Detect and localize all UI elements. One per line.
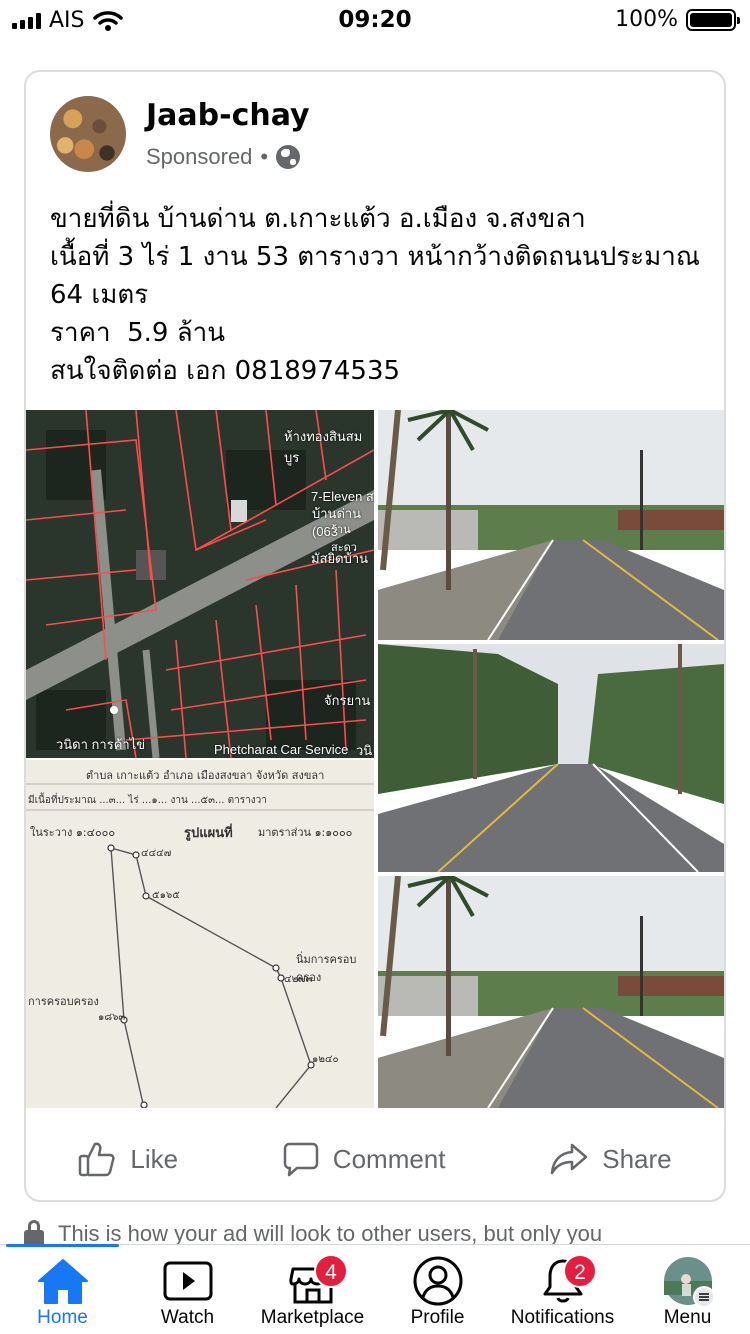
notifications-badge: 2 [563,1254,597,1288]
photo-grid: ห้างทองสินสมบูร 7-Eleven ส บ้านด่าน (063… [26,410,724,1108]
plan-title: รูปแผนที่ [184,826,233,841]
globe-icon [276,145,301,169]
plan-point: ๔๔๔๗ [141,848,172,859]
tab-watch[interactable]: Watch [125,1245,250,1334]
tab-label: Watch [160,1307,215,1328]
post-text-line: ขายที่ดิน บ้านด่าน ต.เกาะแต้ว อ.เมือง จ.… [50,204,586,234]
bottom-tab-bar: Home Watch 4 Marketplace Profile 2 Notif… [0,1244,750,1334]
post-text: ขายที่ดิน บ้านด่าน ต.เกาะแต้ว อ.เมือง จ.… [50,200,710,390]
share-button[interactable]: Share [550,1142,672,1176]
share-icon [550,1143,588,1175]
thumbs-up-icon [79,1142,115,1177]
post-text-line: เนื้อที่ 3 ไร่ 1 งาน 53 ตารางวา หน้ากว้า… [50,242,700,272]
plan-point: ๑๘๖๓ [98,1012,126,1023]
post-text-line: สนใจติดต่อ เอก 0818974535 [50,356,401,386]
post-text-line: 64 เมตร [50,280,149,310]
battery-icon [686,8,740,31]
map-label: ห้างทองสินสมบูร [284,429,363,465]
plan-owner-left: การครอบครอง [28,995,99,1008]
comment-button[interactable]: Comment [283,1141,446,1177]
post-card: Jaab-chay Sponsored • ขายที่ดิน บ้านด่าน… [24,70,726,1202]
sponsored-label[interactable]: Sponsored [146,144,252,170]
map-label: วนิ [356,743,373,758]
profile-icon [413,1256,462,1306]
map-photo[interactable]: ห้างทองสินสมบูร 7-Eleven ส บ้านด่าน (063… [26,410,374,758]
like-label: Like [130,1143,179,1174]
tab-menu[interactable]: Menu [625,1245,750,1334]
map-label: วนิดา การค้าไข่ [56,737,146,752]
map-label: มัสยิดบ้าน [311,551,369,566]
post-text-line: ราคา 5.9 ล้าน [50,318,226,348]
post-actions: Like Comment Share [26,1124,724,1194]
watch-icon [163,1261,212,1301]
map-label: จักรยาน [324,693,371,708]
plan-scale-left: ในระวาง ๑:๔๐๐๐ [30,826,116,839]
tab-label: Profile [410,1307,465,1328]
road-photo[interactable] [378,876,724,1108]
tab-label: Marketplace [260,1307,365,1328]
like-button[interactable]: Like [78,1141,178,1177]
land-plan-photo[interactable]: ตำบล เกาะแต้ว อำเภอ เมืองสงขลา จังหวัด ส… [26,760,374,1108]
marketplace-badge: 4 [314,1254,348,1288]
page-avatar[interactable] [50,96,126,172]
tab-label: Notifications [510,1307,615,1328]
page-name[interactable]: Jaab-chay [146,98,310,133]
tab-profile[interactable]: Profile [375,1245,500,1334]
comment-label: Comment [332,1143,446,1174]
meta-separator: • [260,144,269,169]
home-icon [37,1259,88,1304]
road-photo[interactable] [378,644,724,872]
tab-home[interactable]: Home [0,1245,125,1334]
tab-label: Menu [663,1307,712,1328]
plan-area: มีเนื้อที่ประมาณ ...๓... ไร่ ...๑... งาน… [28,795,267,806]
tab-notifications[interactable]: 2 Notifications [500,1245,625,1334]
menu-avatar-icon [663,1257,715,1307]
tab-marketplace[interactable]: 4 Marketplace [250,1245,375,1334]
comment-icon [283,1142,319,1177]
map-label: Phetcharat Car Service [214,742,349,757]
plan-owner-right: นิ่มการครอบครอง [296,953,357,984]
share-label: Share [602,1143,672,1174]
road-photo[interactable] [378,410,724,640]
plan-point: ๕๑๖๕ [152,890,180,901]
post-meta: Sponsored • [146,144,301,170]
status-bar: AIS 09:20 100% [0,0,750,42]
battery-percent: 100% [615,7,678,32]
plan-scale-right: มาตราส่วน ๑:๑๐๐๐ [258,826,353,839]
plan-header: ตำบล เกาะแต้ว อำเภอ เมืองสงขลา จังหวัด ส… [86,769,325,782]
plan-point: ๑๒๔๐ [312,1054,339,1065]
